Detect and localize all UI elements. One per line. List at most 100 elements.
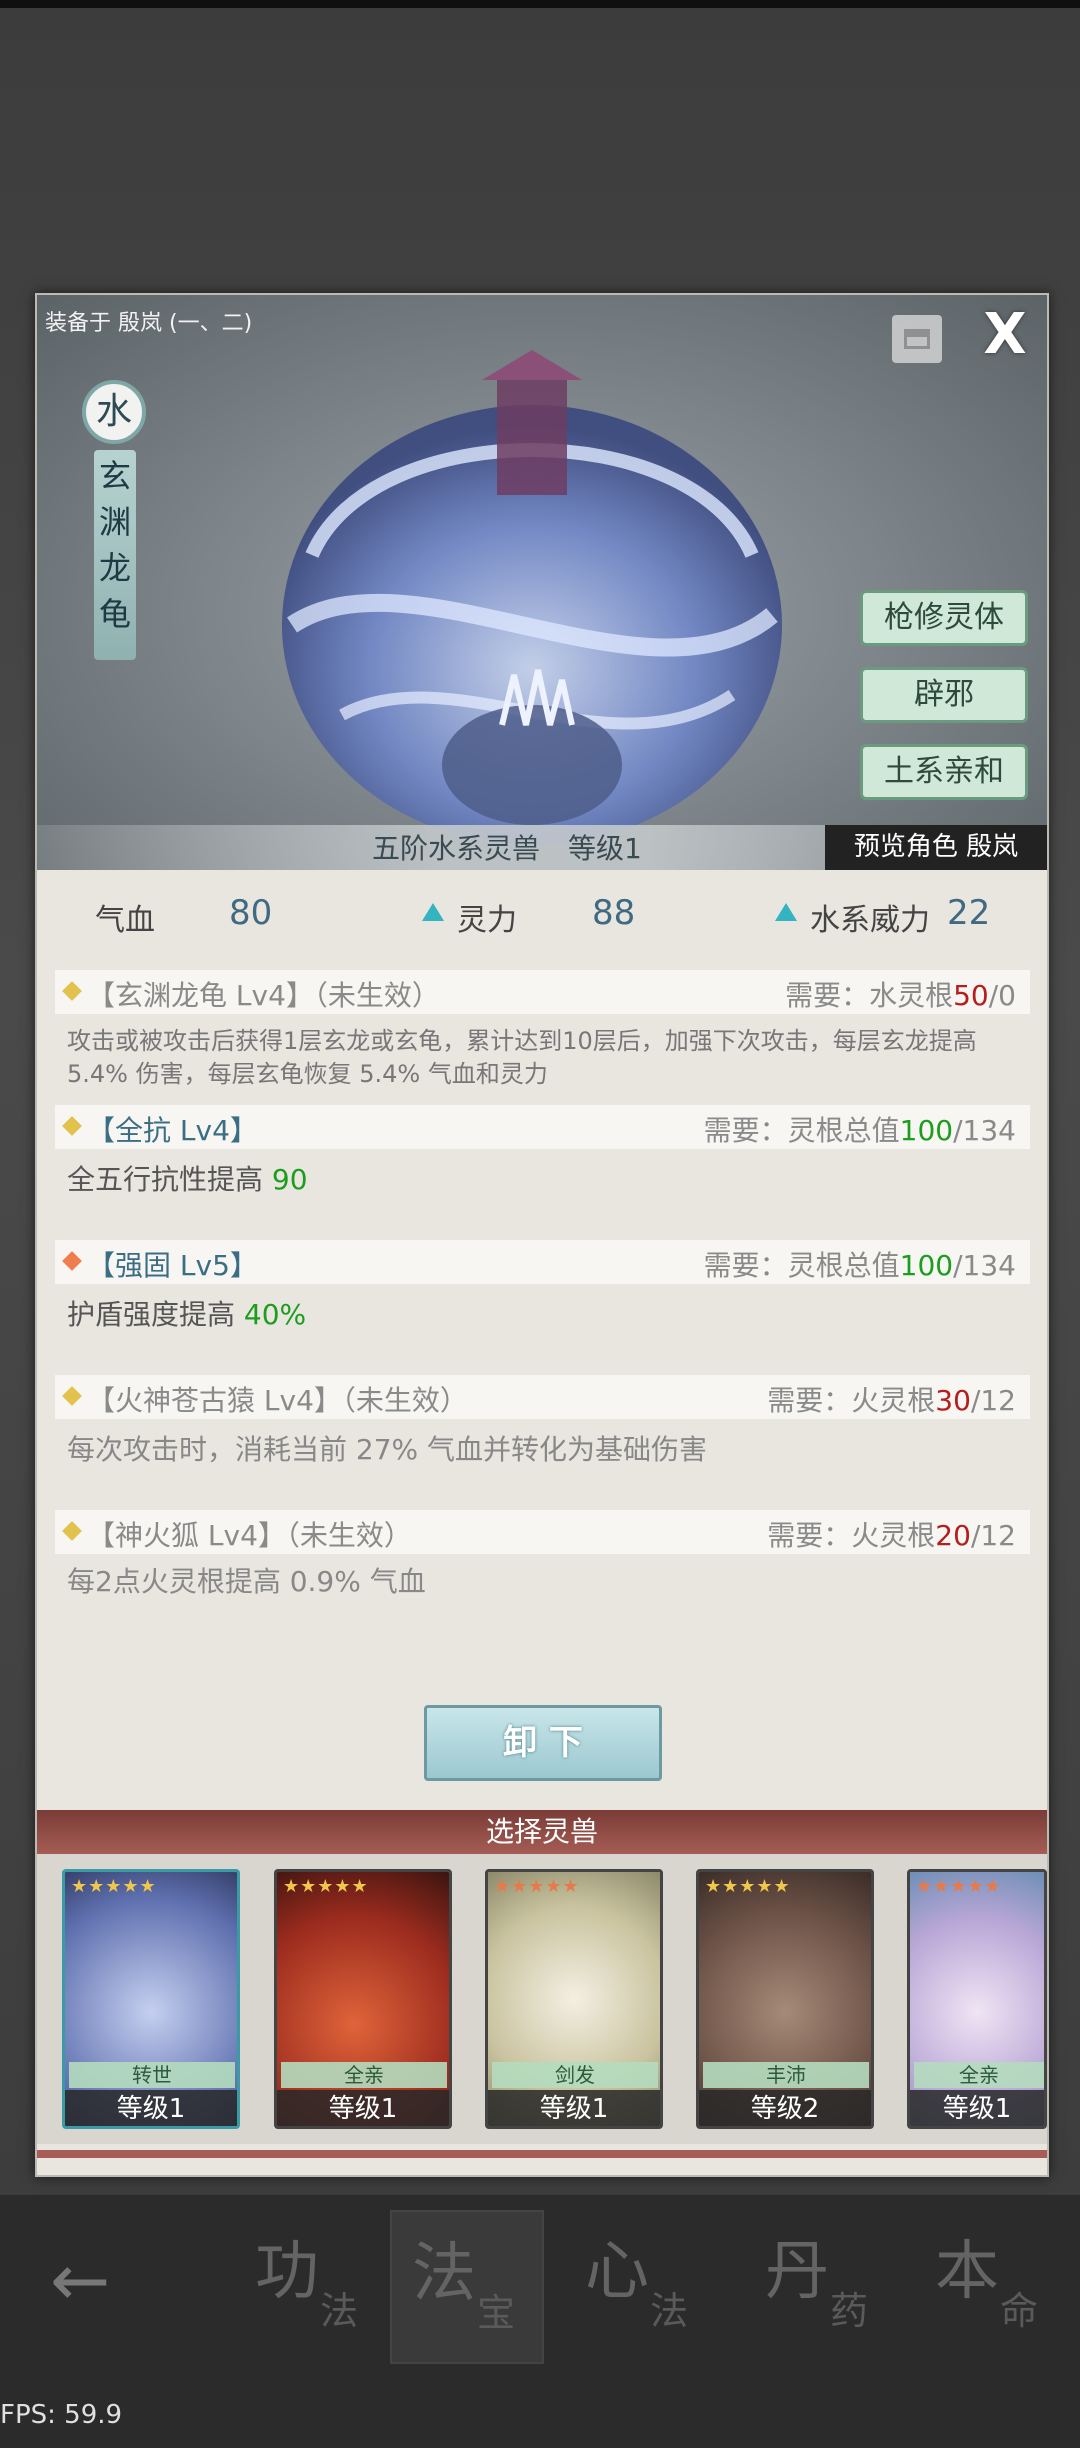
skill-description: 护盾强度提高 40% <box>67 1298 1032 1331</box>
hp-value: 80 <box>229 893 273 933</box>
tab-sublabel: 法 <box>650 2289 689 2333</box>
beast-card[interactable]: ★★★★★ 剑发 等级1 <box>485 1869 663 2129</box>
element-badge: 水 <box>82 380 146 444</box>
card-trait-tag: 全亲 <box>914 2062 1044 2088</box>
tab-label: 丹 <box>765 2235 829 2309</box>
hp-label: 气血 <box>95 903 155 938</box>
spirit-label: 灵力 <box>457 903 517 938</box>
back-arrow-icon[interactable]: ← <box>50 2244 140 2316</box>
skill-name: 【神火狐 Lv4】（未生效） <box>87 1519 412 1552</box>
beast-name-char: 玄 <box>98 457 131 495</box>
beast-card[interactable]: ★★★★★ 全亲 等级1 <box>907 1869 1047 2129</box>
tab-benming[interactable]: 本 命 <box>915 2210 1065 2360</box>
card-level: 等级1 <box>488 2090 660 2126</box>
beast-card[interactable]: ★★★★★ 全亲 等级1 <box>274 1869 452 2129</box>
star-rating: ★★★★★ <box>494 1876 580 1897</box>
desc-value: 90 <box>271 1163 308 1196</box>
skill-name: 【火神苍古猿 Lv4】（未生效） <box>87 1384 468 1417</box>
close-button[interactable]: X <box>977 307 1033 363</box>
card-level: 等级1 <box>910 2090 1044 2126</box>
beast-name-char: 龙 <box>98 549 131 587</box>
tab-label: 法 <box>412 2237 476 2311</box>
skill-description: 每次攻击时，消耗当前 27% 气血并转化为基础伤害 <box>67 1433 708 1466</box>
req-label: 需要：火灵根 <box>767 1384 936 1417</box>
tab-danyao[interactable]: 丹 药 <box>745 2210 895 2360</box>
card-trait-tag: 转世 <box>69 2062 235 2088</box>
req-label: 需要：灵根总值 <box>703 1114 900 1147</box>
beast-card[interactable]: ★★★★★ 丰沛 等级2 <box>696 1869 874 2129</box>
card-trait-tag: 丰沛 <box>703 2062 869 2088</box>
req-total: /134 <box>953 1114 1016 1147</box>
trait-button[interactable]: 土系亲和 <box>860 744 1028 800</box>
card-level: 等级1 <box>277 2090 449 2126</box>
skill-header: 【火神苍古猿 Lv4】（未生效） 需要：火灵根30/12 <box>55 1375 1030 1419</box>
skill-requirement: 需要：水灵根50/0 <box>785 974 1016 1014</box>
skill-description: 攻击或被攻击后获得1层玄龙或玄龟，累计达到10层后，加强下次攻击，每层玄龙提高 … <box>67 1027 977 1088</box>
diamond-icon <box>62 1251 82 1271</box>
water-power-label: 水系威力 <box>810 903 930 938</box>
desc-text: 全五行抗性提高 <box>67 1163 272 1196</box>
skill-requirement: 需要：灵根总值100/134 <box>704 1244 1016 1284</box>
skill-header: 【玄渊龙龟 Lv4】（未生效） 需要：水灵根50/0 <box>55 970 1030 1014</box>
fps-counter: FPS: 59.9 <box>0 2400 123 2430</box>
skill-header: 【神火狐 Lv4】（未生效） 需要：火灵根20/12 <box>55 1510 1030 1554</box>
tab-fabao[interactable]: 法 宝 <box>390 2210 544 2364</box>
tier-level-label: 五阶水系灵兽 等级1 <box>372 832 642 865</box>
tab-sublabel: 药 <box>830 2289 869 2333</box>
unequip-button[interactable]: 卸 下 <box>424 1705 662 1781</box>
skill-name: 【全抗 Lv4】 <box>87 1114 258 1147</box>
req-label: 需要：火灵根 <box>767 1519 936 1552</box>
card-trait-tag: 全亲 <box>281 2062 447 2088</box>
skill-description: 全五行抗性提高 90 <box>67 1163 1032 1196</box>
trait-button[interactable]: 枪修灵体 <box>860 590 1028 646</box>
desc-text: 护盾强度提高 <box>67 1298 244 1331</box>
skill-requirement: 需要：灵根总值100/134 <box>704 1109 1016 1149</box>
tab-xinfa[interactable]: 心 法 <box>565 2210 715 2360</box>
req-total: /12 <box>970 1519 1016 1552</box>
beast-artwork <box>282 350 782 845</box>
req-have: 20 <box>935 1519 971 1552</box>
skill-name: 【强固 Lv5】 <box>87 1249 258 1282</box>
beast-detail-panel: 装备于 殷岚 (一、二) X 水 玄 渊 龙 龟 枪修灵体 辟邪 土系亲和 五阶… <box>35 293 1049 2177</box>
skill-description: 每2点火灵根提高 0.9% 气血 <box>67 1565 426 1598</box>
beast-name-char: 渊 <box>98 503 131 541</box>
req-total: /0 <box>988 979 1016 1012</box>
req-have: 100 <box>899 1114 954 1147</box>
preview-character-button[interactable]: 预览角色 殷岚 <box>825 825 1047 870</box>
spirit-value: 88 <box>592 893 636 933</box>
req-have: 100 <box>899 1249 954 1282</box>
req-have: 30 <box>935 1384 971 1417</box>
skill-header: 【全抗 Lv4】 需要：灵根总值100/134 <box>55 1105 1030 1149</box>
tab-label: 功 <box>255 2235 319 2309</box>
desc-value: 40% <box>243 1298 307 1331</box>
star-rating: ★★★★★ <box>283 1876 369 1897</box>
tab-label: 心 <box>585 2235 649 2309</box>
skill-requirement: 需要：火灵根20/12 <box>767 1514 1016 1554</box>
card-level: 等级1 <box>65 2090 237 2126</box>
skill-requirement: 需要：火灵根30/12 <box>767 1379 1016 1419</box>
skill-name: 【玄渊龙龟 Lv4】（未生效） <box>87 979 440 1012</box>
beast-card[interactable]: ★★★★★ 转世 等级1 <box>62 1869 240 2129</box>
star-rating: ★★★★★ <box>916 1876 1002 1897</box>
beast-name-scroll: 玄 渊 龙 龟 <box>94 450 136 660</box>
tab-label: 本 <box>935 2235 999 2309</box>
up-arrow-icon <box>422 903 444 921</box>
diamond-icon <box>62 981 82 1001</box>
star-rating: ★★★★★ <box>705 1876 791 1897</box>
card-level: 等级2 <box>699 2090 871 2126</box>
trait-button[interactable]: 辟邪 <box>860 667 1028 723</box>
status-bar <box>0 0 1080 8</box>
tab-sublabel: 法 <box>320 2289 359 2333</box>
stats-row: 气血 80 灵力 88 水系威力 22 <box>37 885 1047 945</box>
beast-card-list[interactable]: ★★★★★ 转世 等级1 ★★★★★ 全亲 等级1 ★★★★★ 剑发 等级1 ★… <box>37 1854 1047 2144</box>
beast-showcase: 装备于 殷岚 (一、二) X 水 玄 渊 龙 龟 枪修灵体 辟邪 土系亲和 五阶… <box>37 295 1047 870</box>
save-icon[interactable] <box>892 315 942 363</box>
water-power-value: 22 <box>947 893 991 933</box>
panel-bottom-border <box>37 2150 1047 2158</box>
diamond-icon <box>62 1386 82 1406</box>
diamond-icon <box>62 1116 82 1136</box>
req-label: 需要：灵根总值 <box>703 1249 900 1282</box>
req-label: 需要：水灵根 <box>785 979 954 1012</box>
tab-sublabel: 命 <box>1000 2289 1039 2333</box>
tab-gongfa[interactable]: 功 法 <box>235 2210 385 2360</box>
